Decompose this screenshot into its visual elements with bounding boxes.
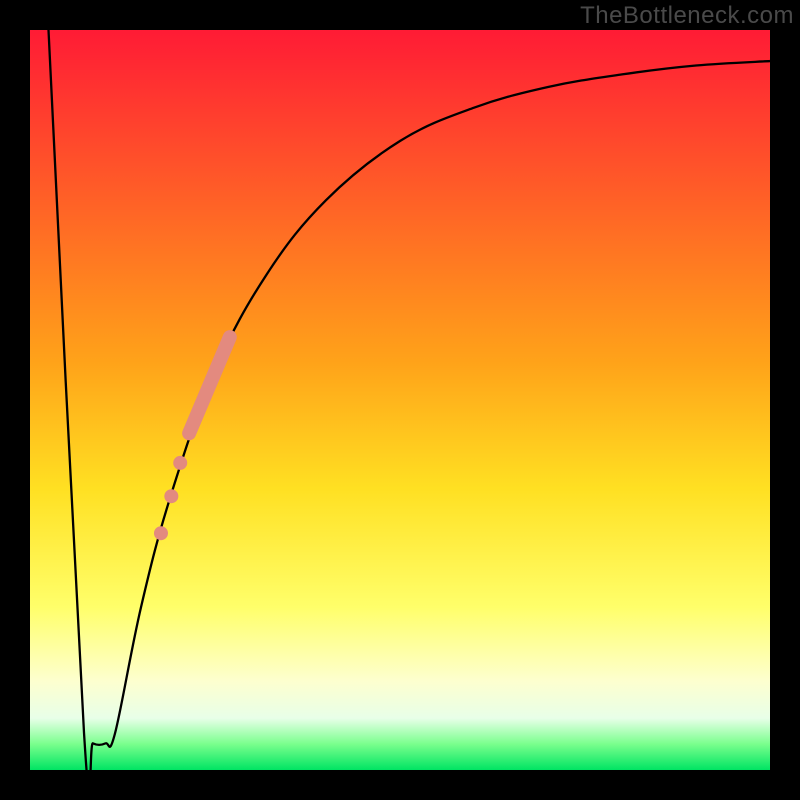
chart-svg (30, 30, 770, 770)
highlight-dot (164, 489, 178, 503)
plot-area (30, 30, 770, 770)
chart-container: TheBottleneck.com (0, 0, 800, 800)
watermark-text: TheBottleneck.com (580, 2, 794, 30)
highlight-dot (154, 526, 168, 540)
highlight-dot (173, 456, 187, 470)
